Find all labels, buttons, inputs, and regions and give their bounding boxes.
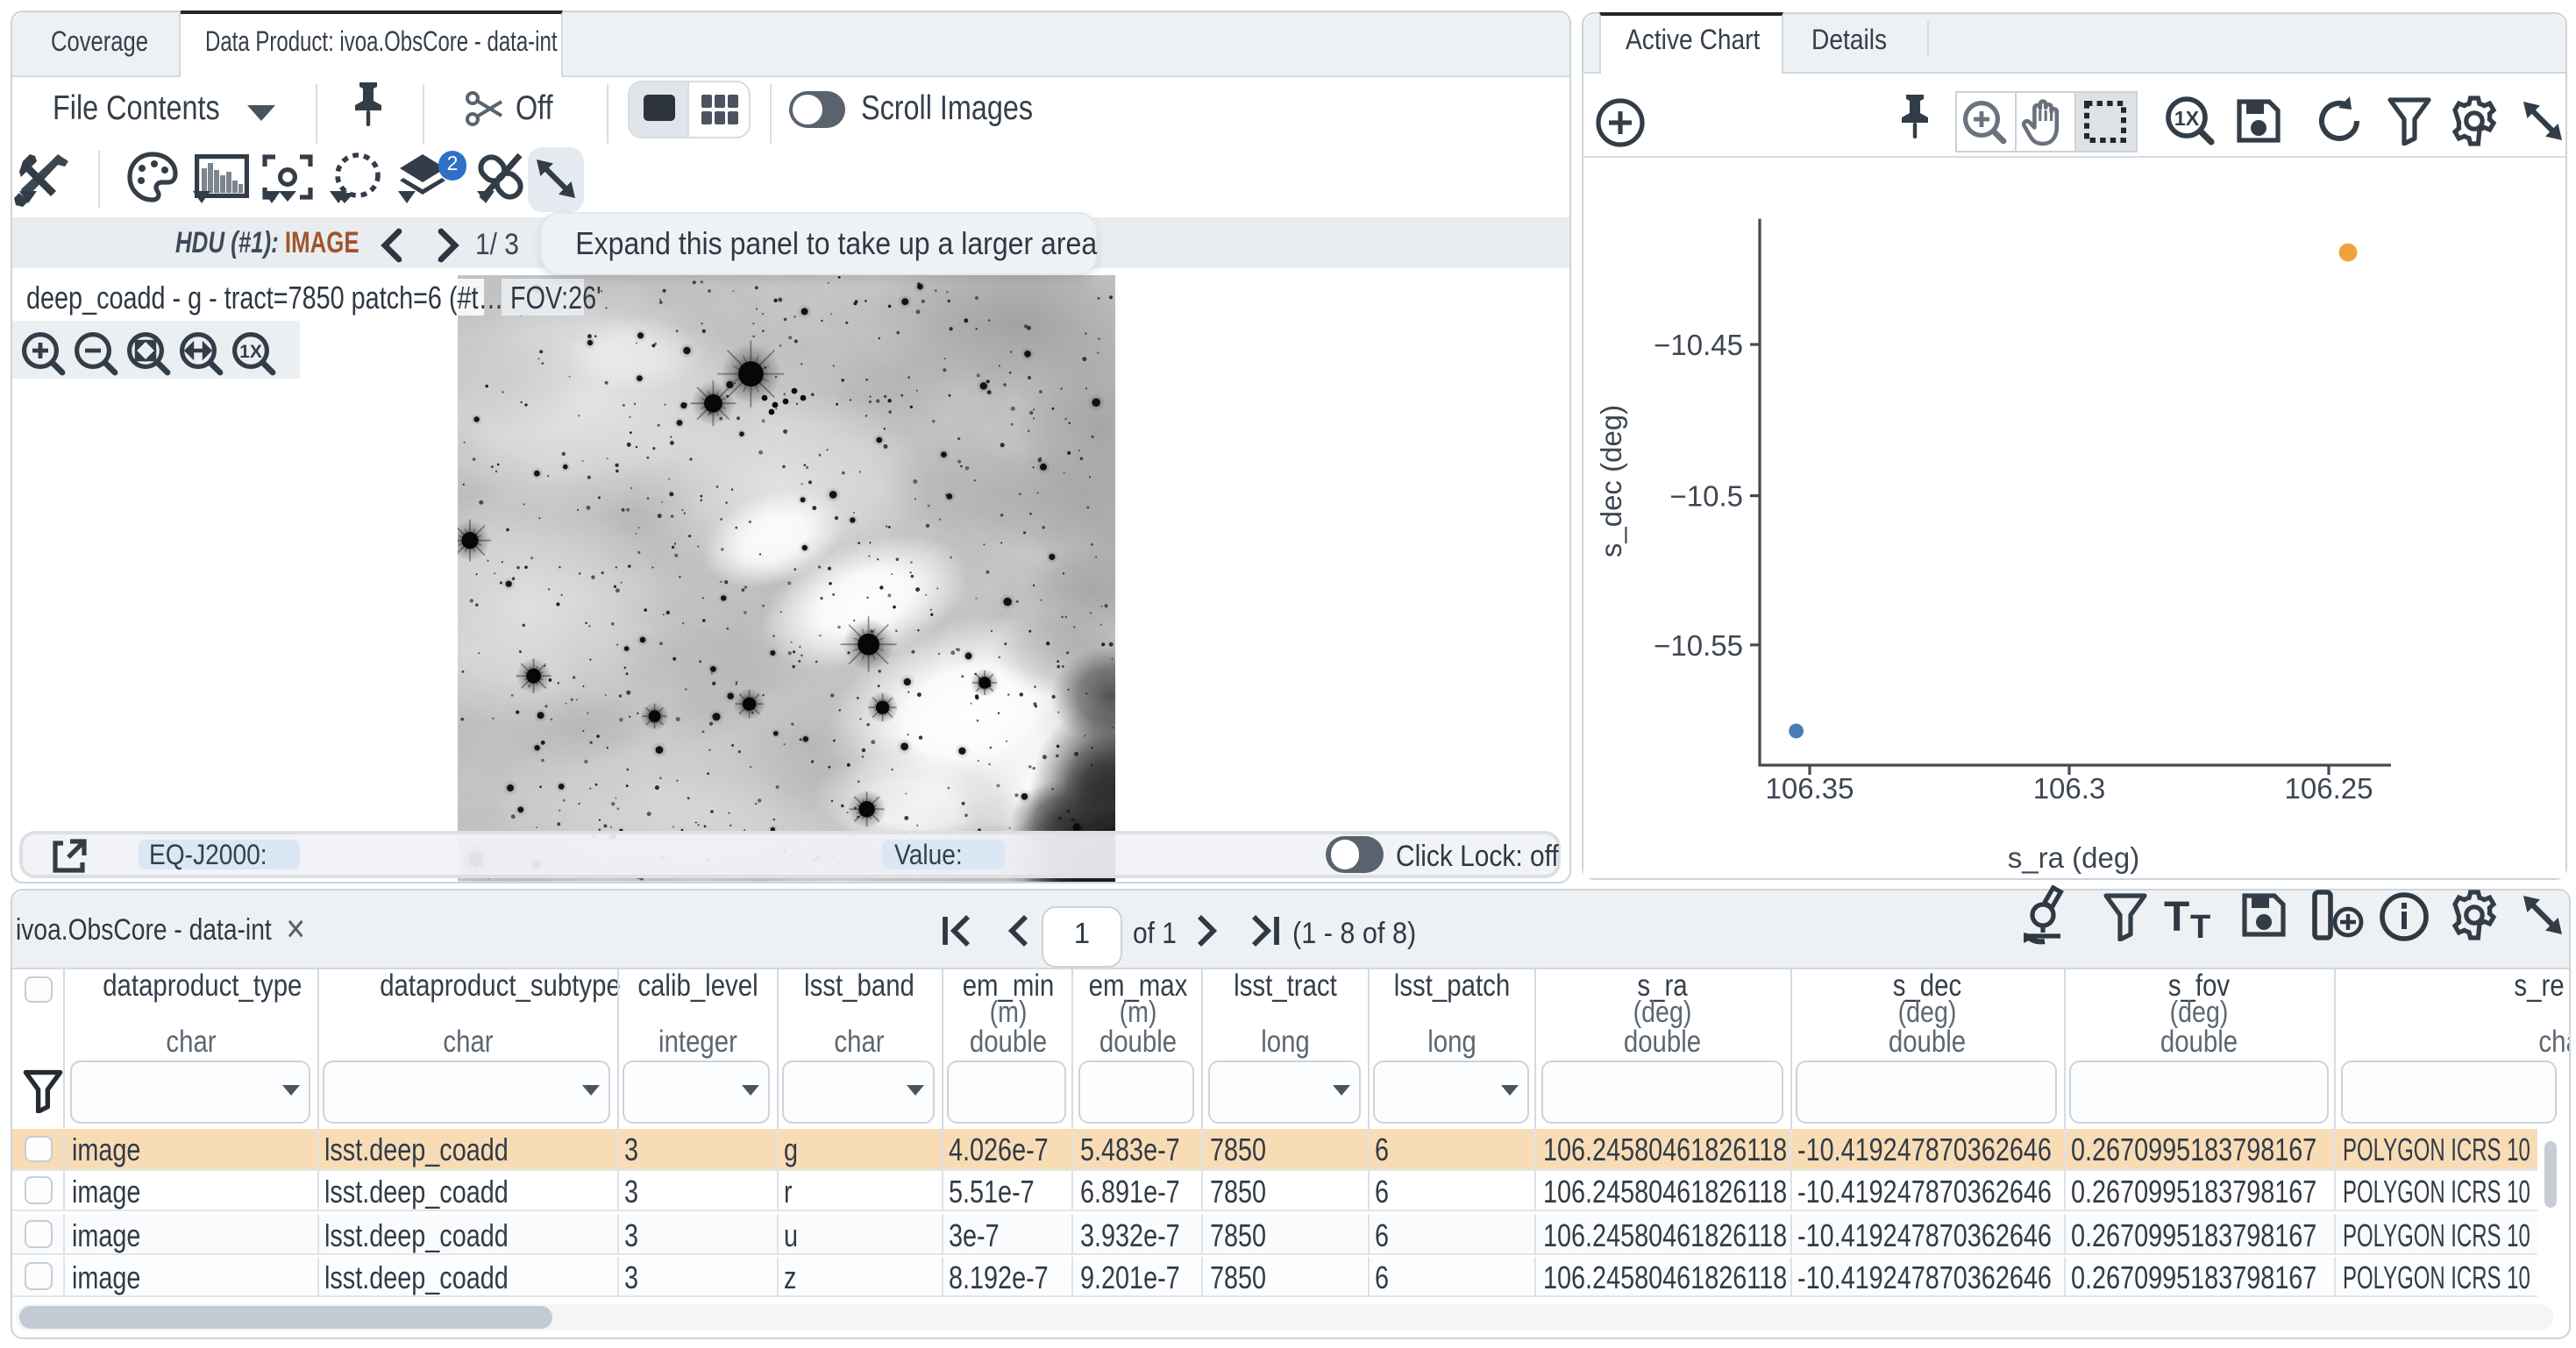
- svg-text:T: T: [2164, 896, 2189, 940]
- svg-text:−10.5: −10.5: [1670, 479, 1744, 512]
- svg-text:106.3: 106.3: [2033, 771, 2106, 804]
- svg-text:s_dec (deg): s_dec (deg): [1595, 404, 1627, 557]
- svg-text:−10.55: −10.55: [1654, 628, 1743, 661]
- svg-text:−10.45: −10.45: [1654, 328, 1743, 360]
- svg-text:106.35: 106.35: [1766, 771, 1854, 804]
- svg-text:T: T: [2190, 909, 2210, 941]
- svg-text:1X: 1X: [240, 342, 263, 362]
- svg-text:1X: 1X: [2174, 107, 2199, 130]
- svg-text:106.25: 106.25: [2285, 771, 2373, 804]
- svg-text:s_ra (deg): s_ra (deg): [2008, 841, 2139, 873]
